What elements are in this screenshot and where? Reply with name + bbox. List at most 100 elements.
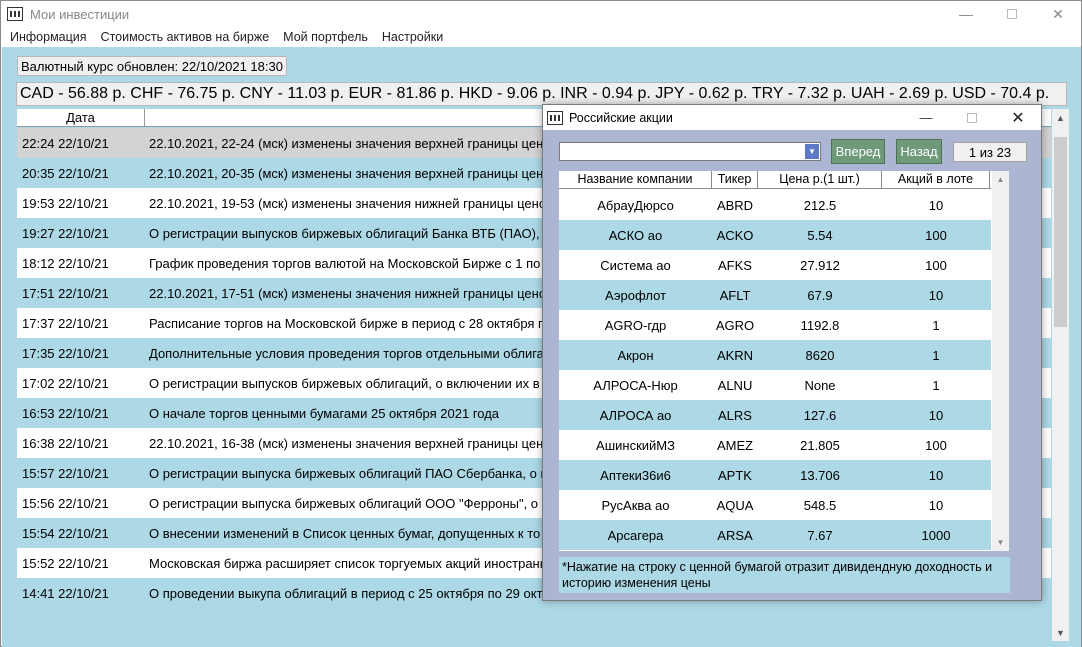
news-date: 17:02 22/10/21	[22, 375, 109, 391]
news-date: 19:53 22/10/21	[22, 195, 109, 211]
stock-ticker: ABRD	[716, 197, 754, 213]
header-company-name[interactable]: Название компании	[559, 171, 712, 188]
stock-price: 13.706	[800, 467, 840, 483]
dialog-controls: — ✕	[903, 105, 1041, 130]
news-text: О проведении выкупа облигаций в период с…	[149, 585, 550, 601]
stock-price: 21.805	[800, 437, 840, 453]
close-button[interactable]: ✕	[1035, 1, 1081, 27]
stock-lot: 10	[928, 287, 944, 303]
menu-info[interactable]: Информация	[3, 30, 94, 44]
stock-row[interactable]: AGRO-гдр AGRO 1192.8 1	[559, 310, 991, 340]
stock-name: Арсагера	[607, 527, 664, 543]
maximize-button[interactable]	[989, 1, 1035, 27]
stock-ticker: AFLT	[719, 287, 751, 303]
stock-ticker: AFKS	[718, 257, 752, 273]
stock-price: 27.912	[800, 257, 840, 273]
stock-ticker: ALRS	[718, 407, 752, 423]
stock-row[interactable]: Акрон AKRN 8620 1	[559, 340, 991, 370]
stock-name: Акрон	[617, 347, 654, 363]
stock-price: None	[804, 377, 836, 393]
stock-name: AGRO-гдр	[604, 317, 667, 333]
scroll-up-icon[interactable]: ▲	[992, 171, 1009, 188]
news-date: 15:56 22/10/21	[22, 495, 109, 511]
stocks-table: Название компании Тикер Цена р.(1 шт.) А…	[559, 171, 1009, 551]
stock-row[interactable]: Аэрофлот AFLT 67.9 10	[559, 280, 991, 310]
currency-rates-strip: CAD - 56.88 р. CHF - 76.75 р. CNY - 11.0…	[16, 82, 1067, 106]
news-date: 16:38 22/10/21	[22, 435, 109, 451]
news-text: График проведения торгов валютой на Моск…	[149, 255, 541, 271]
stock-lot: 1	[932, 317, 940, 333]
stock-row[interactable]: АшинскийМЗ AMEZ 21.805 100	[559, 430, 991, 460]
header-ticker[interactable]: Тикер	[712, 171, 758, 188]
dialog-close-button[interactable]: ✕	[995, 105, 1041, 130]
stock-lot: 100	[925, 257, 947, 273]
stock-name: АЛРОСА-Нюр	[593, 377, 678, 393]
minimize-button[interactable]: —	[943, 1, 989, 27]
stock-name: РусАква ао	[601, 497, 670, 513]
stock-lot: 100	[925, 437, 947, 453]
news-date: 15:57 22/10/21	[22, 465, 109, 481]
news-text: 22.10.2021, 16-38 (мск) изменены значени…	[149, 435, 551, 451]
stock-ticker: ARSA	[717, 527, 753, 543]
hint-note: *Нажатие на строку с ценной бумагой отра…	[559, 557, 1010, 593]
dialog-minimize-button[interactable]: —	[903, 105, 949, 130]
app-chart-icon	[7, 7, 23, 21]
stock-lot: 100	[925, 227, 947, 243]
news-date: 17:51 22/10/21	[22, 285, 109, 301]
news-date: 19:27 22/10/21	[22, 225, 109, 241]
stock-search-input[interactable]	[560, 143, 805, 160]
news-date: 17:37 22/10/21	[22, 315, 109, 331]
chevron-down-icon[interactable]: ▼	[805, 144, 819, 159]
scroll-up-icon[interactable]: ▲	[1052, 109, 1069, 126]
stock-row[interactable]: АЛРОСА-Нюр ALNU None 1	[559, 370, 991, 400]
news-text: 22.10.2021, 20-35 (мск) изменены значени…	[149, 165, 551, 181]
stock-row[interactable]: РусАква ао AQUA 548.5 10	[559, 490, 991, 520]
maximize-icon	[1007, 9, 1017, 19]
stock-price: 548.5	[803, 497, 837, 513]
main-titlebar: Мои инвестиции — ✕	[1, 1, 1081, 27]
stock-ticker: AMEZ	[716, 437, 754, 453]
stocks-table-header: Название компании Тикер Цена р.(1 шт.) А…	[559, 171, 991, 189]
menu-exchange-prices[interactable]: Стоимость активов на бирже	[94, 30, 277, 44]
menu-portfolio[interactable]: Мой портфель	[276, 30, 375, 44]
maximize-icon	[967, 112, 977, 123]
news-date: 14:41 22/10/21	[22, 585, 109, 601]
news-text: О регистрации выпусков биржевых облигаци…	[149, 225, 551, 241]
stock-search-combobox[interactable]: ▼	[559, 142, 821, 161]
stock-ticker: AKRN	[716, 347, 754, 363]
stock-row[interactable]: Аптеки36и6 APTK 13.706 10	[559, 460, 991, 490]
news-date: 15:52 22/10/21	[22, 555, 109, 571]
news-text: О внесении изменений в Список ценных бум…	[149, 525, 541, 541]
stocks-scrollbar[interactable]: ▲ ▼	[992, 171, 1009, 551]
header-lot-size[interactable]: Акций в лоте	[882, 171, 990, 188]
scroll-down-icon[interactable]: ▼	[992, 534, 1009, 551]
menu-settings[interactable]: Настройки	[375, 30, 450, 44]
dialog-maximize-button[interactable]	[949, 105, 995, 130]
news-text: Московская биржа расширяет список торгуе…	[149, 555, 547, 571]
news-text: 22.10.2021, 17-51 (мск) изменены значени…	[149, 285, 553, 301]
menubar: Информация Стоимость активов на бирже Мо…	[1, 27, 1081, 47]
news-scrollbar[interactable]: ▲ ▼	[1052, 109, 1069, 641]
back-button[interactable]: Назад	[896, 139, 942, 164]
stock-row[interactable]: АбрауДюрсо ABRD 212.5 10	[559, 190, 991, 220]
stock-row[interactable]: Система ао AFKS 27.912 100	[559, 250, 991, 280]
forward-button[interactable]: Вперед	[831, 139, 885, 164]
stock-ticker: ACKO	[716, 227, 754, 243]
news-text: 22.10.2021, 19-53 (мск) изменены значени…	[149, 195, 553, 211]
stock-name: Аэрофлот	[604, 287, 667, 303]
stock-lot: 1	[932, 377, 940, 393]
news-text: 22.10.2021, 22-24 (мск) изменены значени…	[149, 135, 551, 151]
stock-lot: 1000	[921, 527, 951, 543]
stock-row[interactable]: Арсагера ARSA 7.67 1000	[559, 520, 991, 550]
stock-name: АшинскийМЗ	[596, 437, 675, 453]
news-text: О регистрации выпуска биржевых облигаций…	[149, 465, 548, 481]
scroll-thumb[interactable]	[1054, 137, 1067, 327]
stock-row[interactable]: АЛРОСА ао ALRS 127.6 10	[559, 400, 991, 430]
news-date-header[interactable]: Дата	[17, 109, 145, 126]
news-date: 18:12 22/10/21	[22, 255, 109, 271]
stock-row[interactable]: АСКО ао ACKO 5.54 100	[559, 220, 991, 250]
news-date: 15:54 22/10/21	[22, 525, 109, 541]
header-price[interactable]: Цена р.(1 шт.)	[758, 171, 882, 188]
scroll-down-icon[interactable]: ▼	[1052, 624, 1069, 641]
stock-lot: 1	[932, 347, 940, 363]
